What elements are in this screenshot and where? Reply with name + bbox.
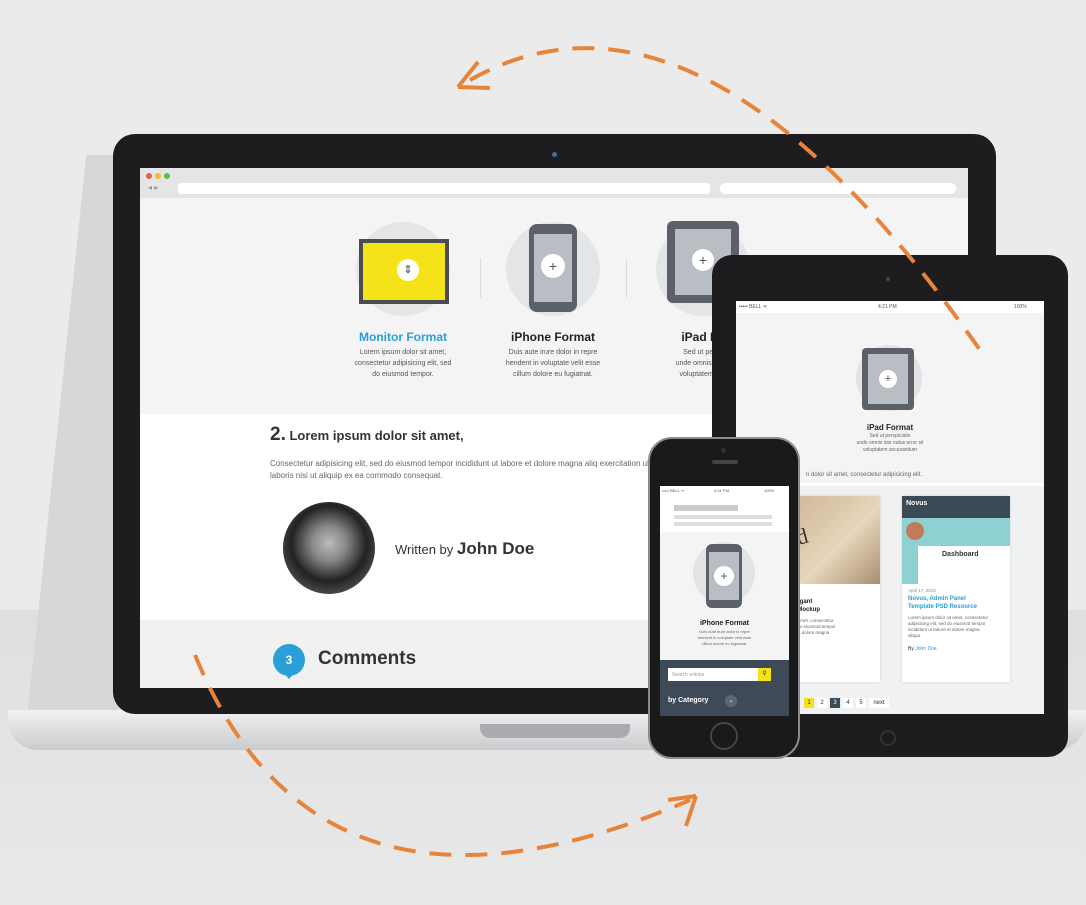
section-heading: 2. Lorem ipsum dolor sit amet, [270,424,464,446]
post-title[interactable]: Novus, Admin Panel Template PSD Resource [902,593,1010,611]
badge-pointer [283,672,295,679]
iphone-circle: + [506,222,600,316]
feature-desc: Duis aute irure dolor in repre hendent in… [505,349,601,378]
laptop-camera [552,152,557,157]
search-icon[interactable]: ⚲ [758,668,771,681]
post-card[interactable]: Dashboard Novus April 17, 2013 Novus, Ad… [902,496,1010,682]
plus-icon: + [879,370,897,388]
phone-status-bar: ••••• BELL ᯤ 4:21 PM 100% [660,486,789,496]
phone-screen: ••••• BELL ᯤ 4:21 PM 100% + iPhone Forma… [660,486,789,716]
monitor-circle: ⇕ [356,222,450,316]
author-avatar [283,502,375,594]
article-paragraph: Consectetur adipisicing elit, sed do eiu… [270,459,671,480]
feature-iphone: + iPhone Format Duis aute irure dolor in… [478,222,628,380]
divider [626,258,627,298]
post-excerpt: Lorem ipsum dolor sit amet, consectetur a… [908,615,989,638]
section-number: 2. [270,424,286,445]
post-thumbnail: Dashboard Novus [902,496,1010,584]
back-forward-icon[interactable]: ◂ ▸ [148,183,158,192]
carrier-text: ••••• BELL ᯤ [662,488,685,493]
minimize-dot-icon[interactable] [155,173,161,179]
section-title: Lorem ipsum dolor sit amet, [289,428,464,443]
post-author-link[interactable]: John Doe [915,646,936,652]
next-page-button[interactable]: next [869,698,889,708]
time-text: 4:21 PM [878,304,897,310]
author-byline: Written by John Doe [395,539,534,559]
time-text: 4:21 PM [714,488,729,493]
iphone-device-icon: + [529,224,577,312]
arrowhead-left-icon [456,60,491,90]
page-2-button[interactable]: 2 [817,698,827,708]
iphone-device-icon: + [706,544,742,608]
battery-text: 100% [1014,304,1027,310]
ipad-device-icon: + [862,348,914,410]
tablet-camera [886,277,890,281]
placeholder-bar [674,515,772,519]
post-byline: By John Doe [908,646,937,652]
comments-heading: Comments [318,648,417,669]
page-4-button[interactable]: 4 [843,698,853,708]
laptop-base-notch [480,724,630,738]
plus-icon: + [541,254,565,278]
feature-desc: Lorem ipsum dolor sit amet, consectetur a… [354,349,452,378]
phone-feature-title: iPhone Format [699,620,749,627]
plus-icon: + [692,249,714,271]
phone-feature-desc: Duis aute irure dolor in repre hendent in… [697,629,752,646]
page-1-button[interactable]: 1 [804,698,814,708]
pagination: 1 2 3 4 5 next [804,691,892,709]
placeholder-bar [674,505,738,511]
browser-chrome: ◂ ▸ [140,168,968,198]
close-dot-icon[interactable] [146,173,152,179]
tablet-status-bar: ••••• BELL ᯤ 4:21 PM 100% [736,301,1044,313]
tablet-line: n dolor sit amet, consectetur adipisicin… [806,472,923,478]
browser-search-bar[interactable] [720,183,956,194]
maximize-dot-icon[interactable] [164,173,170,179]
page-5-button[interactable]: 5 [856,698,866,708]
phone-speaker [712,460,738,464]
author-name[interactable]: John Doe [457,539,534,558]
chevron-down-icon[interactable]: ⌄ [725,695,737,707]
tablet-home-button[interactable] [880,730,896,746]
monitor-icon: ⇕ [359,239,449,304]
url-bar[interactable] [178,183,710,194]
placeholder-bar [674,522,772,526]
phone-search-input[interactable]: Search entries [668,668,768,681]
resize-arrows-icon: ⇕ [397,259,419,281]
carrier-text: ••••• BELL ᯤ [739,304,768,310]
written-by-label: Written by [395,542,454,557]
category-label[interactable]: by Category [668,697,708,704]
phone-home-button[interactable] [710,722,738,750]
battery-text: 100% [764,488,775,493]
phone-camera [721,448,726,453]
feature-title: iPhone Format [510,330,595,344]
feature-monitor: ⇕ Monitor Format Lorem ipsum dolor sit a… [328,222,478,380]
tablet-feature-title: iPad Format [866,423,914,432]
feature-title: Monitor Format [359,330,447,344]
page-3-button[interactable]: 3 [830,698,840,708]
plus-icon: + [714,566,734,586]
post-date: April 17, 2013 [908,588,936,593]
